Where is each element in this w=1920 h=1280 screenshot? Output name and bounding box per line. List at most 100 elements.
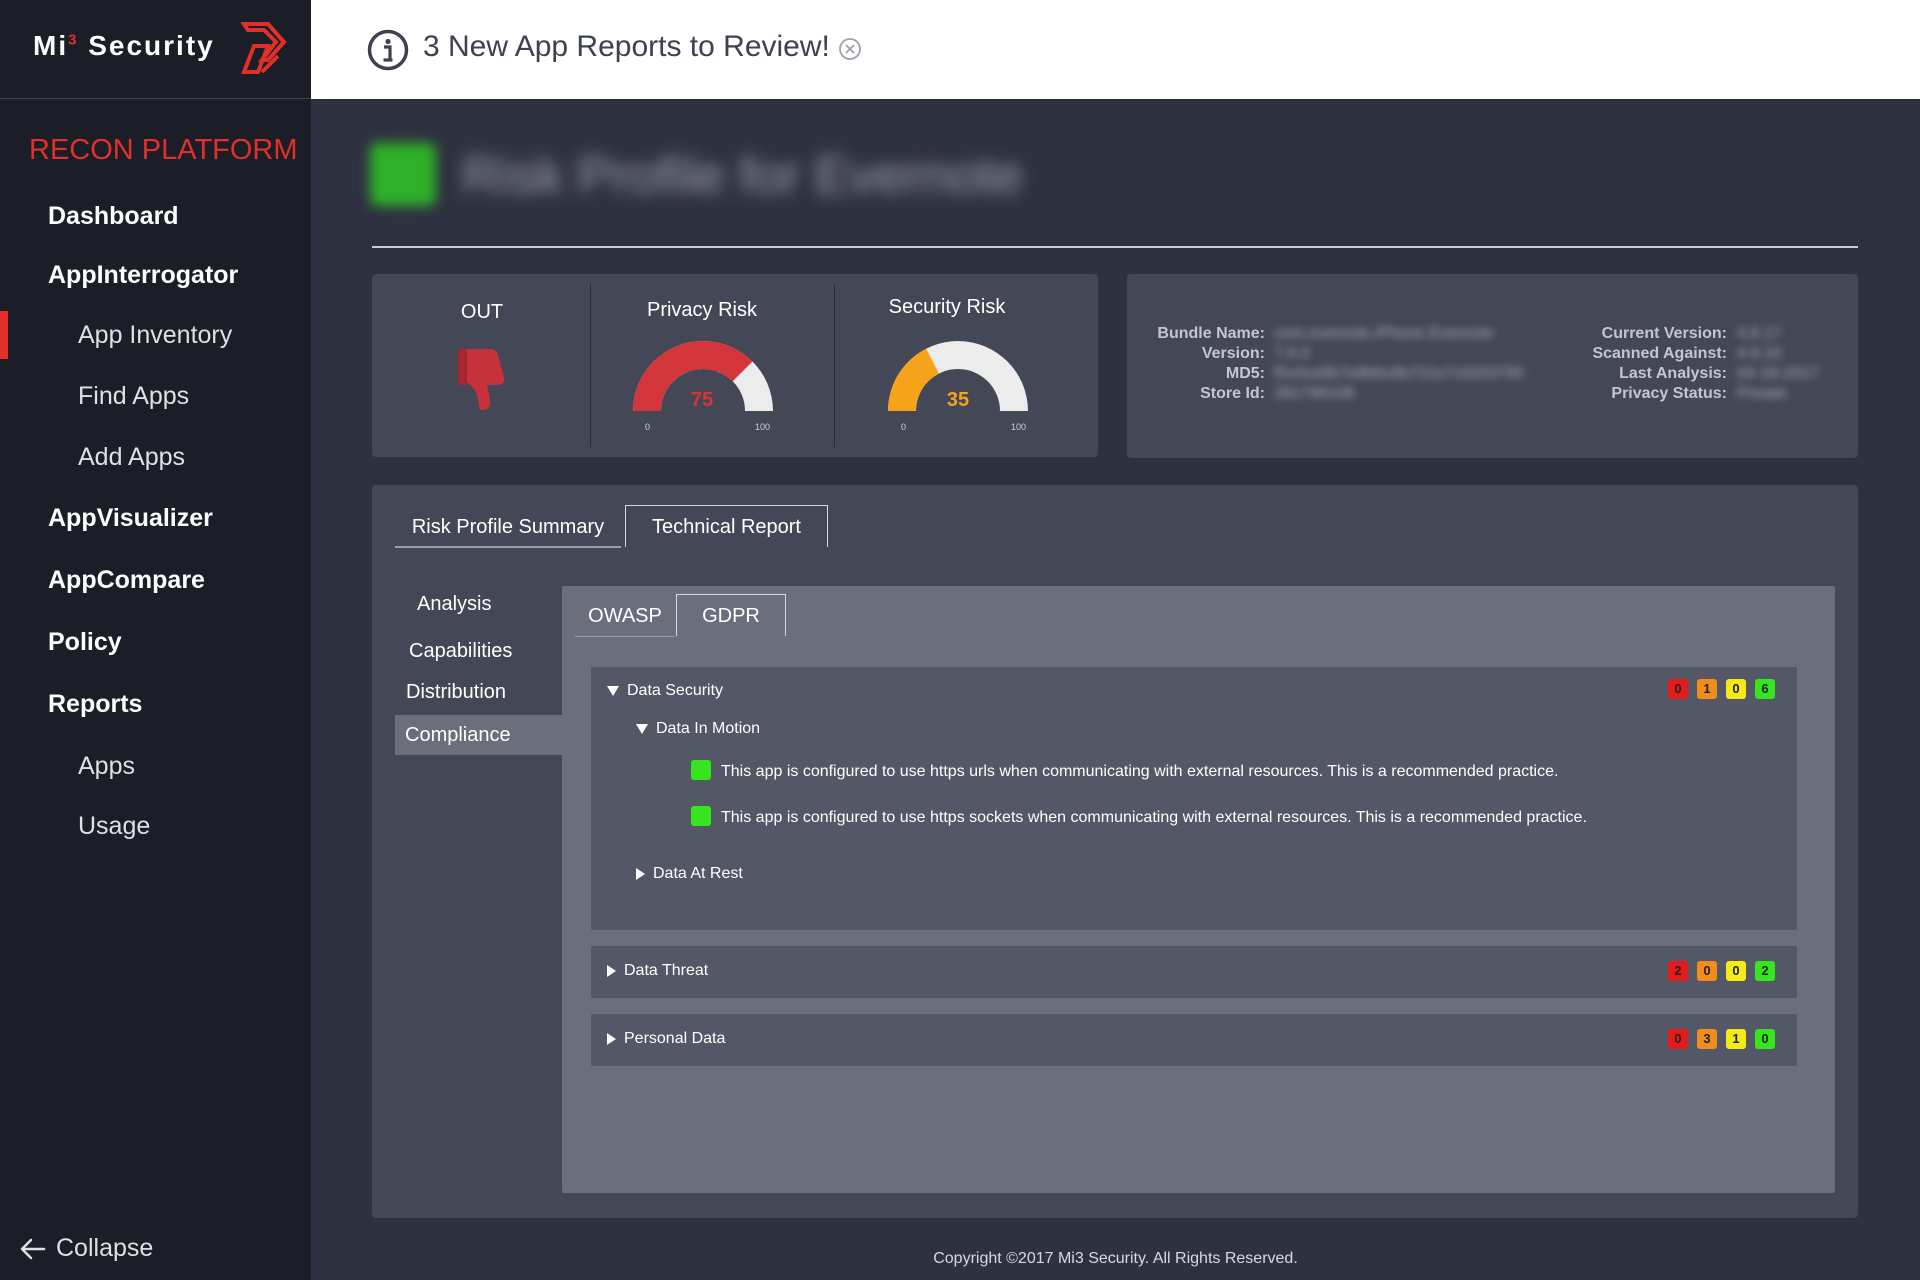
notification-header: 3 New App Reports to Review! [311, 0, 1920, 99]
divider [834, 284, 835, 447]
bundle-name-label: Bundle Name: [1157, 325, 1265, 342]
scanned-against-value: 4.8.10 [1737, 345, 1782, 362]
privacy-risk-label: Privacy Risk [646, 299, 757, 321]
footer-copyright: Copyright ©2017 Mi3 Security. All Rights… [933, 1250, 1298, 1267]
risk-summary-panel: OUT Privacy Risk 75 0 100 Security Risk … [372, 274, 1098, 457]
subsection-title: Data At Rest [653, 865, 743, 882]
thumbs-down-icon [458, 349, 505, 410]
privacy-status-label: Privacy Status: [1611, 385, 1727, 402]
section-title: Data Security [627, 682, 724, 699]
sidebar-item-policy[interactable]: Policy [0, 618, 311, 666]
report-card: Risk Profile Summary Technical Report An… [372, 485, 1858, 1218]
badge-pass: 6 [1755, 679, 1775, 699]
close-icon[interactable] [838, 37, 862, 61]
platform-title: RECON PLATFORM [29, 134, 298, 166]
sidebar-item-find-apps[interactable]: Find Apps [0, 372, 311, 420]
section-toggle-data-threat[interactable]: Data Threat [607, 962, 708, 980]
sidebar-item-reports[interactable]: Reports [0, 680, 311, 728]
finding-item: This app is configured to use https urls… [691, 760, 1559, 781]
finding-text: This app is configured to use https urls… [721, 763, 1559, 780]
gauge-min-label: 0 [645, 422, 651, 432]
version-label: Version: [1201, 345, 1265, 362]
badge-medium: 1 [1726, 1029, 1746, 1049]
badge-high: 1 [1697, 679, 1717, 699]
md5-label: MD5: [1225, 365, 1265, 382]
collapse-label: Collapse [56, 1234, 154, 1262]
severity-badges: 0 3 1 0 [1668, 1029, 1775, 1049]
badge-pass: 0 [1755, 1029, 1775, 1049]
sidebar-item-appcompare[interactable]: AppCompare [0, 556, 311, 604]
side-nav-analysis[interactable]: Analysis [417, 584, 491, 624]
severity-badges: 2 0 0 2 [1668, 961, 1775, 981]
pass-indicator [691, 806, 711, 827]
privacy-status-value: Private [1737, 385, 1787, 402]
info-icon [367, 29, 409, 71]
status-label: OUT [460, 301, 504, 323]
sidebar: Mi3 Security RECON PLATFORM Dashboard Ap… [0, 0, 311, 1280]
security-risk-value: 35 [946, 389, 970, 411]
sidebar-item-label: App Inventory [78, 321, 233, 349]
badge-medium: 0 [1726, 679, 1746, 699]
side-nav-capabilities[interactable]: Capabilities [409, 631, 512, 671]
sidebar-item-appvisualizer[interactable]: AppVisualizer [0, 494, 311, 542]
badge-critical: 0 [1668, 1029, 1688, 1049]
subsection-toggle-data-at-rest[interactable]: Data At Rest [636, 865, 743, 883]
section-toggle-personal-data[interactable]: Personal Data [607, 1030, 725, 1048]
store-id-value: 281796108 [1274, 385, 1355, 402]
caret-right-icon [636, 867, 645, 880]
sidebar-item-appinterrogator[interactable]: AppInterrogator [0, 251, 311, 299]
pass-indicator [691, 760, 711, 781]
privacy-risk-value: 75 [690, 389, 714, 411]
last-analysis-label: Last Analysis: [1619, 365, 1727, 382]
security-risk-label: Security Risk [888, 296, 1006, 318]
section-data-security: Data Security 0 1 0 6 Data In Motion Thi… [591, 667, 1797, 930]
notification-message[interactable]: 3 New App Reports to Review! [423, 30, 830, 64]
side-nav-distribution[interactable]: Distribution [406, 672, 506, 712]
caret-right-icon [607, 1032, 616, 1045]
tab-owasp[interactable]: OWASP [575, 595, 675, 637]
finding-text: This app is configured to use https sock… [721, 809, 1587, 826]
sidebar-item-usage[interactable]: Usage [0, 802, 311, 850]
section-title: Data Threat [624, 962, 709, 979]
scanned-against-label: Scanned Against: [1592, 345, 1727, 362]
logo-text: Mi3 Security [33, 30, 215, 61]
logo[interactable]: Mi3 Security [0, 0, 311, 99]
active-indicator [0, 311, 8, 359]
section-toggle-data-security[interactable]: Data Security [607, 682, 723, 700]
current-version-value: 4.8.17 [1737, 325, 1782, 342]
divider [590, 284, 591, 447]
gauge-min-label: 0 [901, 422, 907, 432]
badge-critical: 2 [1668, 961, 1688, 981]
gauge-max-label: 100 [755, 422, 771, 432]
compliance-panel: OWASP GDPR Data Security 0 1 0 6 Data In… [562, 586, 1835, 1193]
badge-high: 0 [1697, 961, 1717, 981]
finding-item: This app is configured to use https sock… [691, 806, 1587, 827]
app-icon [370, 143, 436, 206]
arrow-left-icon [20, 1239, 46, 1260]
caret-right-icon [607, 964, 616, 977]
section-personal-data[interactable]: Personal Data 0 3 1 0 [591, 1014, 1797, 1066]
side-nav-compliance[interactable]: Compliance [395, 715, 562, 755]
last-analysis-value: 04-18-2017 [1737, 365, 1819, 382]
tab-risk-profile-summary[interactable]: Risk Profile Summary [395, 506, 621, 548]
sidebar-item-dashboard[interactable]: Dashboard [0, 192, 311, 240]
subsection-title: Data In Motion [656, 720, 761, 737]
caret-down-icon [607, 685, 619, 696]
sidebar-item-add-apps[interactable]: Add Apps [0, 433, 311, 481]
section-title: Personal Data [624, 1030, 726, 1047]
logo-mark-icon [240, 22, 287, 74]
badge-critical: 0 [1668, 679, 1688, 699]
section-data-threat[interactable]: Data Threat 2 0 0 2 [591, 946, 1797, 998]
sidebar-item-apps[interactable]: Apps [0, 742, 311, 790]
divider [372, 246, 1858, 248]
store-id-label: Store Id: [1200, 385, 1265, 402]
badge-medium: 0 [1726, 961, 1746, 981]
badge-pass: 2 [1755, 961, 1775, 981]
sidebar-item-app-inventory[interactable]: App Inventory [0, 311, 311, 359]
badge-high: 3 [1697, 1029, 1717, 1049]
tab-technical-report[interactable]: Technical Report [625, 505, 828, 547]
collapse-button[interactable]: Collapse [20, 1228, 153, 1268]
tab-gdpr[interactable]: GDPR [676, 594, 786, 636]
current-version-label: Current Version: [1601, 325, 1727, 342]
subsection-toggle-data-in-motion[interactable]: Data In Motion [636, 720, 760, 738]
